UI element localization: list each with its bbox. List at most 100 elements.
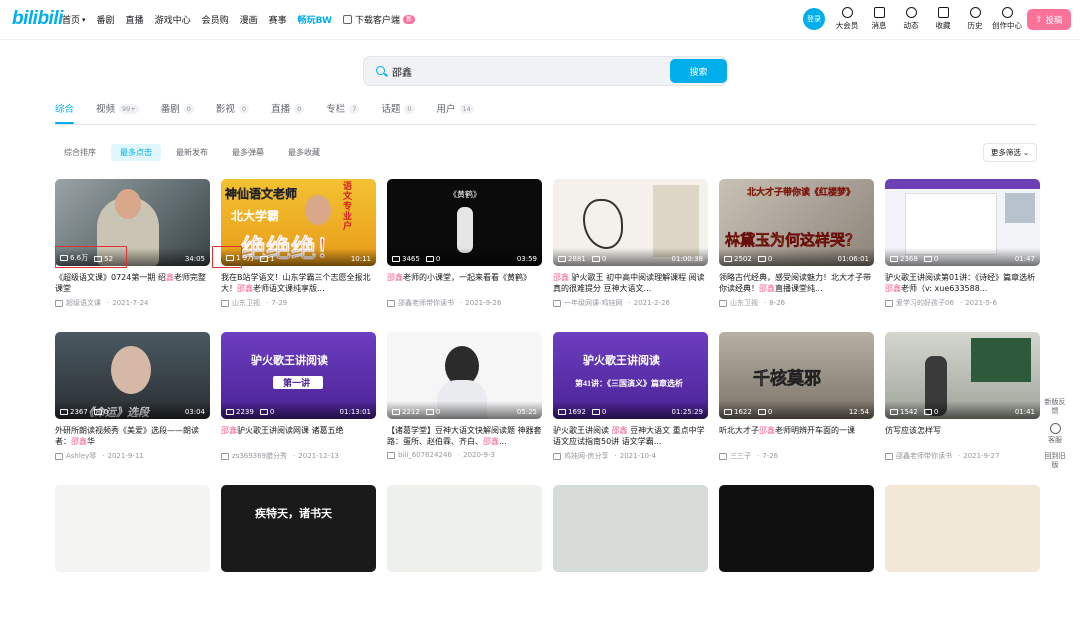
sort-most-clicked[interactable]: 最多点击 [111, 144, 161, 161]
uploader-name[interactable]: Ashley琴 [66, 451, 96, 461]
video-title[interactable]: 外研所朗读视频秀《美爱》选段——朗读者：邵鑫华 [55, 425, 210, 447]
video-card[interactable]: 神仙语文老师语文专业户北大学霸绝绝绝！1.9万110:11 我在B站学语文！山东学… [221, 179, 376, 314]
uploader-name[interactable]: 山东卫视 [232, 298, 260, 308]
video-thumbnail[interactable]: 疾特天，诸书天 [221, 485, 376, 572]
nav-home[interactable]: 首页 ▾ [62, 13, 86, 27]
nav-dynamic[interactable]: 动态 [895, 7, 927, 31]
nav-favorites[interactable]: 收藏 [927, 7, 959, 31]
video-thumbnail[interactable]: 1542 0 01:41 [885, 332, 1040, 419]
video-card[interactable]: 驴火歌王讲阅读 第一讲 2239 0 01:13:01 邵鑫驴火歌王讲阅读网课 诸葛五绝 z… [221, 332, 376, 467]
sort-most-danmaku[interactable]: 最多弹幕 [223, 144, 273, 161]
tab-articles[interactable]: 专栏 7 [326, 101, 360, 124]
uploader-name[interactable]: 三三子 [730, 451, 751, 461]
sort-default[interactable]: 综合排序 [55, 144, 105, 161]
video-card[interactable]: 千核莫邪 1622 0 12:54 听北大才子邵鑫老师明辨开车面的一课 三三子 · 7-26 [719, 332, 874, 467]
tab-video[interactable]: 视频 99+ [96, 101, 139, 124]
nav-live[interactable]: 直播 [126, 13, 144, 26]
nav-esports[interactable]: 赛事 [269, 13, 287, 26]
search-input[interactable] [392, 63, 622, 79]
uploader-name[interactable]: 鸡娃网-房分享 [564, 451, 609, 461]
uploader-name[interactable]: 爱学习的好孩子06 [896, 298, 954, 308]
video-card[interactable] [719, 485, 874, 620]
search-button[interactable]: 搜索 [670, 59, 727, 83]
nav-messages[interactable]: 消息 [863, 7, 895, 31]
video-thumbnail[interactable] [553, 485, 708, 572]
play-icon [890, 409, 898, 415]
nav-vip[interactable]: 大会员 [831, 7, 863, 31]
video-title[interactable]: 《超级语文课》0724第一期 绍鑫老师完整课堂 [55, 272, 210, 294]
video-card[interactable] [55, 485, 210, 620]
video-card[interactable] [387, 485, 542, 620]
video-card[interactable]: 疾特天，诸书天 [221, 485, 376, 620]
video-title[interactable]: 驴火歌王讲阅读 邵鑫 豆神大语文 重点中学语文应试指南50讲 语文学霸... [553, 425, 708, 447]
video-thumbnail[interactable] [719, 485, 874, 572]
video-thumbnail[interactable]: 神仙语文老师语文专业户北大学霸绝绝绝！1.9万110:11 [221, 179, 376, 266]
video-card[interactable]: 北大才子带你读《红楼梦》 林黛玉为何这样哭？ 2502 0 01:06:01 领略古代经典… [719, 179, 874, 314]
uploader-name[interactable]: zs369369腊分秀 [232, 451, 287, 461]
nav-mall[interactable]: 会员购 [202, 13, 229, 26]
video-thumbnail[interactable]: 驴火歌王讲阅读 第41讲：《三国演义》篇章选析 1692 0 01:25:29 [553, 332, 708, 419]
uploader-name[interactable]: 邵鑫老师带你读书 [896, 451, 952, 461]
nav-manga[interactable]: 漫画 [240, 13, 258, 26]
video-card[interactable]: 《黄鹤》 3465 0 03:59 邵鑫老师的小课堂，一起来看看《黄鹤》邵鑫老师带你读书… [387, 179, 542, 314]
tab-bangumi[interactable]: 番剧 0 [161, 101, 194, 124]
video-title[interactable]: 【诸葛学堂】豆神大语文快解阅读题 神器套路：蛋所、赵伯霖、齐白、邵鑫... [387, 425, 542, 447]
login-avatar[interactable]: 登录 [803, 8, 825, 30]
video-thumbnail[interactable]: 《命运》选段2367003:04 [55, 332, 210, 419]
tab-users[interactable]: 用户 14 [437, 101, 474, 124]
video-title[interactable]: 听北大才子邵鑫老师明辨开车面的一课 [719, 425, 874, 447]
video-thumbnail[interactable]: 2212 0 05:25 [387, 332, 542, 419]
tab-movies[interactable]: 影视 0 [216, 101, 250, 124]
video-card[interactable] [885, 485, 1040, 620]
video-thumbnail[interactable]: 2881 0 01:00:38 [553, 179, 708, 266]
uploader-name[interactable]: 山东卫视 [730, 298, 758, 308]
tab-live[interactable]: 直播 0 [271, 101, 305, 124]
video-card[interactable]: 驴火歌王讲阅读 第41讲：《三国演义》篇章选析 1692 0 01:25:29 驴火歌王讲… [553, 332, 708, 467]
uploader-name[interactable]: bili_607624246 [398, 451, 452, 459]
old-version-button[interactable]: 回到旧版 [1044, 452, 1066, 470]
upload-button[interactable]: ⇧ 投稿 [1027, 9, 1071, 30]
video-meta: 超级语文课 · 2021-7-24 [55, 298, 210, 308]
thumb-stats: 2881 0 01:00:38 [553, 248, 708, 266]
video-card[interactable]: 2881 0 01:00:38 邵鑫 驴火歌王 初中高中阅读理解课程 阅读真的很难提分… [553, 179, 708, 314]
video-thumbnail[interactable]: 驴火歌王讲阅读 第一讲 2239 0 01:13:01 [221, 332, 376, 419]
mail-icon [873, 7, 885, 18]
video-thumbnail[interactable]: 千核莫邪 1622 0 12:54 [719, 332, 874, 419]
video-thumbnail[interactable] [387, 485, 542, 572]
video-card[interactable]: 1542 0 01:41 仿写应该怎样写 邵鑫老师带你读书 · 2021-9-27 [885, 332, 1040, 467]
nav-game-center[interactable]: 游戏中心 [155, 13, 191, 26]
video-title[interactable]: 我在B站学语文！山东学霸三个志愿全报北大！邵鑫老师语文课纯享版... [221, 272, 376, 294]
nav-bw-highlight[interactable]: 畅玩BW [298, 13, 332, 26]
nav-creator-center[interactable]: 创作中心 [991, 7, 1023, 31]
nav-history[interactable]: 历史 [959, 7, 991, 31]
video-card[interactable]: 《命运》选段2367003:04 外研所朗读视频秀《美爱》选段——朗读者：邵鑫华 A… [55, 332, 210, 467]
tab-topics[interactable]: 话题 0 [381, 101, 415, 124]
video-card[interactable] [553, 485, 708, 620]
video-thumbnail[interactable] [55, 485, 210, 572]
uploader-icon [221, 299, 229, 307]
video-title[interactable]: 邵鑫 驴火歌王 初中高中阅读理解课程 阅读真的很难提分 豆神大语文... [553, 272, 708, 294]
video-title[interactable]: 仿写应该怎样写 [885, 425, 1040, 447]
video-card[interactable]: 2368 0 01:47 驴火歌王讲阅读第01讲：《诗经》篇章选析邵鑫老师（v: xu… [885, 179, 1040, 314]
customer-service-button[interactable]: 客服 [1044, 423, 1066, 445]
tab-all[interactable]: 综合 [55, 101, 75, 124]
video-thumbnail[interactable]: 《黄鹤》 3465 0 03:59 [387, 179, 542, 266]
sort-most-favorited[interactable]: 最多收藏 [279, 144, 329, 161]
video-title[interactable]: 领略古代经典，感受阅读魅力！北大才子带你读经典！邵鑫直播课堂纯... [719, 272, 874, 294]
nav-download-client[interactable]: 下载客户端新 [342, 13, 415, 26]
uploader-name[interactable]: 邵鑫老师带你读书 [398, 298, 454, 308]
video-thumbnail[interactable]: 2368 0 01:47 [885, 179, 1040, 266]
bilibili-logo[interactable]: bilibili [12, 8, 63, 30]
video-title[interactable]: 邵鑫驴火歌王讲阅读网课 诸葛五绝 [221, 425, 376, 447]
more-filters-button[interactable]: 更多筛选 ⌄ [983, 143, 1037, 162]
feedback-button[interactable]: 新版反馈 [1044, 398, 1066, 416]
video-card[interactable]: 2212 0 05:25 【诸葛学堂】豆神大语文快解阅读题 神器套路：蛋所、赵伯霖、齐… [387, 332, 542, 467]
nav-anime[interactable]: 番剧 [97, 13, 115, 26]
uploader-name[interactable]: 一年级网课-鸡娃网 [564, 298, 623, 308]
video-title[interactable]: 邵鑫老师的小课堂，一起来看看《黄鹤》 [387, 272, 542, 294]
video-title[interactable]: 驴火歌王讲阅读第01讲：《诗经》篇章选析邵鑫老师（v: xue633588... [885, 272, 1040, 294]
video-thumbnail[interactable]: 北大才子带你读《红楼梦》 林黛玉为何这样哭？ 2502 0 01:06:01 [719, 179, 874, 266]
video-thumbnail[interactable] [885, 485, 1040, 572]
uploader-name[interactable]: 超级语文课 [66, 298, 101, 308]
sort-newest[interactable]: 最新发布 [167, 144, 217, 161]
